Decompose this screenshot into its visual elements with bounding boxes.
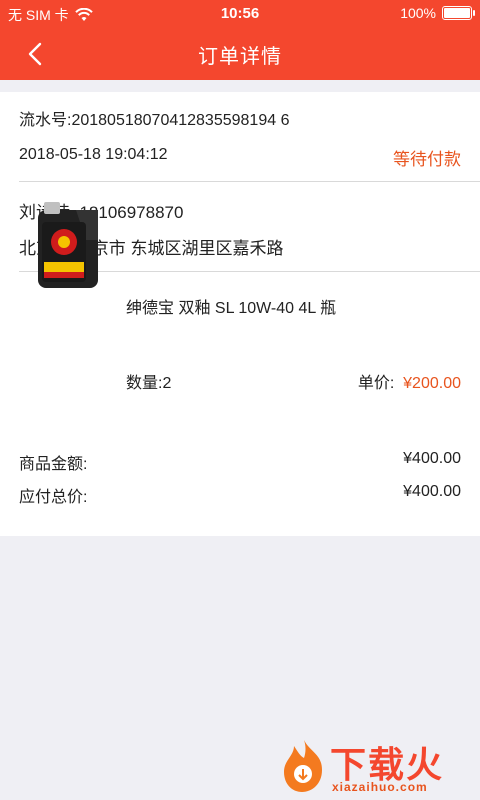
watermark-logo: 下载火 xiazaihuo.com [282,736,478,796]
unit-price-label: 单价: [357,375,395,392]
battery-percent: 100% [400,5,436,21]
goods-amount-label: 商品金额: [19,456,88,473]
serial-label: 流水号: [19,112,72,129]
status-right: 100% [400,5,475,21]
unit-price-row: 单价: ¥200.00 [358,369,461,393]
product-name[interactable]: 绅德宝 双釉 SL 10W-40 4L 瓶 [126,294,461,318]
oil-bottle-image[interactable] [30,200,106,290]
serial-row: 流水号:20180518070412835598194 6 [19,106,461,130]
order-card: 流水号:20180518070412835598194 6 2018-05-18… [0,92,480,536]
order-datetime: 2018-05-18 19:04:12 [19,146,168,163]
top-bar: 无 SIM 卡 10:56 100% 订单详情 [0,0,480,80]
order-status: 等待付款 [393,150,461,169]
status-bar: 无 SIM 卡 10:56 100% [0,0,480,28]
unit-price: ¥200.00 [403,375,461,392]
divider [19,181,480,182]
total-label: 应付总价: [19,489,88,506]
battery-icon [442,6,475,20]
battery-fill [444,8,470,18]
page-title: 订单详情 [198,46,282,68]
nav-bar: 订单详情 [0,28,480,80]
serial-number: 20180518070412835598194 6 [71,112,290,129]
watermark-domain: xiazaihuo.com [332,780,428,794]
total-amount: ¥400.00 [403,483,461,500]
goods-amount: ¥400.00 [403,450,461,467]
